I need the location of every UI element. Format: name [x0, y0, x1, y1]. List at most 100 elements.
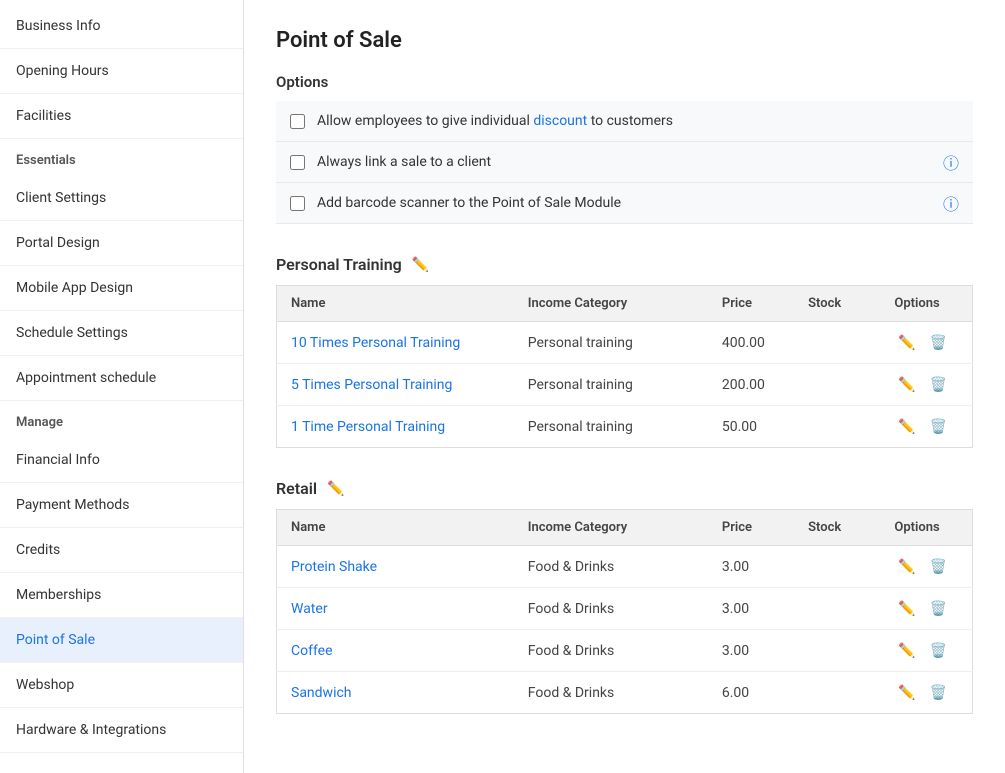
category-title-retail: Retail	[276, 479, 317, 498]
option-checkbox-discount-option[interactable]	[290, 114, 305, 129]
option-checkbox-barcode-option[interactable]	[290, 196, 305, 211]
row-price-1: 3.00	[708, 588, 794, 630]
row-options-2: ✏️ 🗑️	[880, 630, 972, 672]
sidebar-item-hardware-integrations[interactable]: Hardware & Integrations	[0, 708, 243, 753]
edit-row-button-2[interactable]: ✏️	[894, 640, 919, 661]
row-stock-0	[794, 546, 880, 588]
delete-row-button-0[interactable]: 🗑️	[926, 332, 951, 353]
action-icons-3: ✏️ 🗑️	[894, 682, 958, 703]
edit-category-button-retail[interactable]: ✏️	[325, 478, 346, 499]
edit-row-button-0[interactable]: ✏️	[894, 556, 919, 577]
sidebar-item-facilities[interactable]: Facilities	[0, 94, 243, 139]
delete-row-button-1[interactable]: 🗑️	[926, 598, 951, 619]
row-name-3: Sandwich	[277, 672, 514, 714]
option-row-link-sale-option: Always link a sale to a client ⓘ	[276, 142, 973, 183]
col-header-stock: Stock	[794, 286, 880, 322]
row-name-link-2[interactable]: Coffee	[291, 643, 333, 659]
row-options-0: ✏️ 🗑️	[880, 546, 972, 588]
col-header-options: Options	[880, 510, 972, 546]
row-name-link-3[interactable]: Sandwich	[291, 685, 352, 701]
col-header-stock: Stock	[794, 510, 880, 546]
row-income-0: Food & Drinks	[514, 546, 708, 588]
edit-row-button-3[interactable]: ✏️	[894, 682, 919, 703]
options-section: Options Allow employees to give individu…	[276, 73, 973, 224]
delete-row-button-1[interactable]: 🗑️	[926, 374, 951, 395]
delete-row-button-2[interactable]: 🗑️	[926, 416, 951, 437]
edit-category-button-personal-training[interactable]: ✏️	[410, 254, 431, 275]
sidebar-item-webshop[interactable]: Webshop	[0, 663, 243, 708]
row-income-0: Personal training	[514, 322, 708, 364]
col-header-options: Options	[880, 286, 972, 322]
sidebar: Business InfoOpening HoursFacilitiesEsse…	[0, 0, 244, 773]
action-icons-0: ✏️ 🗑️	[894, 332, 958, 353]
sidebar-item-mobile-app-design[interactable]: Mobile App Design	[0, 266, 243, 311]
row-name-link-0[interactable]: Protein Shake	[291, 559, 377, 575]
row-name-link-1[interactable]: 5 Times Personal Training	[291, 377, 452, 393]
action-icons-1: ✏️ 🗑️	[894, 374, 958, 395]
row-stock-3	[794, 672, 880, 714]
info-icon[interactable]: ⓘ	[943, 150, 959, 174]
row-price-2: 3.00	[708, 630, 794, 672]
row-income-2: Food & Drinks	[514, 630, 708, 672]
row-name-2: 1 Time Personal Training	[277, 406, 514, 448]
row-income-1: Food & Drinks	[514, 588, 708, 630]
action-icons-2: ✏️ 🗑️	[894, 640, 958, 661]
info-icon[interactable]: ⓘ	[943, 191, 959, 215]
row-stock-1	[794, 364, 880, 406]
col-header-name: Name	[277, 286, 514, 322]
row-name-link-2[interactable]: 1 Time Personal Training	[291, 419, 445, 435]
table-row: 10 Times Personal Training Personal train…	[277, 322, 973, 364]
row-options-0: ✏️ 🗑️	[880, 322, 972, 364]
category-section-retail: Retail✏️NameIncome CategoryPriceStockOpt…	[276, 478, 973, 714]
col-header-price: Price	[708, 510, 794, 546]
sidebar-item-opening-hours[interactable]: Opening Hours	[0, 49, 243, 94]
option-label-discount-option: Allow employees to give individual disco…	[317, 113, 673, 129]
sidebar-item-business-info[interactable]: Business Info	[0, 4, 243, 49]
row-price-0: 400.00	[708, 322, 794, 364]
sidebar-section-header: Manage	[0, 401, 243, 438]
sidebar-item-portal-design[interactable]: Portal Design	[0, 221, 243, 266]
edit-row-button-0[interactable]: ✏️	[894, 332, 919, 353]
option-label-barcode-option: Add barcode scanner to the Point of Sale…	[317, 195, 621, 211]
row-price-1: 200.00	[708, 364, 794, 406]
sidebar-item-payment-methods[interactable]: Payment Methods	[0, 483, 243, 528]
row-price-3: 6.00	[708, 672, 794, 714]
page-title: Point of Sale	[276, 28, 973, 53]
sidebar-item-appointment-schedule[interactable]: Appointment schedule	[0, 356, 243, 401]
table-row: Protein ShakeFood & Drinks3.00✏️🗑️	[277, 546, 973, 588]
delete-row-button-3[interactable]: 🗑️	[926, 682, 951, 703]
sidebar-item-credits[interactable]: Credits	[0, 528, 243, 573]
row-stock-2	[794, 630, 880, 672]
delete-row-button-0[interactable]: 🗑️	[926, 556, 951, 577]
category-title-personal-training: Personal Training	[276, 255, 402, 274]
edit-row-button-1[interactable]: ✏️	[894, 598, 919, 619]
main-content: Point of Sale Options Allow employees to…	[244, 0, 1005, 773]
row-income-2: Personal training	[514, 406, 708, 448]
sidebar-item-schedule-settings[interactable]: Schedule Settings	[0, 311, 243, 356]
row-options-3: ✏️ 🗑️	[880, 672, 972, 714]
row-name-1: Water	[277, 588, 514, 630]
table-retail: NameIncome CategoryPriceStockOptionsProt…	[276, 509, 973, 714]
row-name-0: 10 Times Personal Training	[277, 322, 514, 364]
option-checkbox-link-sale-option[interactable]	[290, 155, 305, 170]
action-icons-1: ✏️ 🗑️	[894, 598, 958, 619]
edit-row-button-2[interactable]: ✏️	[894, 416, 919, 437]
category-section-personal-training: Personal Training✏️NameIncome CategoryPr…	[276, 254, 973, 448]
delete-row-button-2[interactable]: 🗑️	[926, 640, 951, 661]
option-label-link: discount	[533, 113, 587, 129]
col-header-name: Name	[277, 510, 514, 546]
option-label-link-sale-option: Always link a sale to a client	[317, 154, 491, 170]
sidebar-item-client-settings[interactable]: Client Settings	[0, 176, 243, 221]
sidebar-item-financial-info[interactable]: Financial Info	[0, 438, 243, 483]
sidebar-item-point-of-sale[interactable]: Point of Sale	[0, 618, 243, 663]
table-row: 5 Times Personal TrainingPersonal traini…	[277, 364, 973, 406]
sidebar-item-memberships[interactable]: Memberships	[0, 573, 243, 618]
row-options-2: ✏️ 🗑️	[880, 406, 972, 448]
row-name-link-1[interactable]: Water	[291, 601, 328, 617]
category-header-personal-training: Personal Training ✏️	[276, 254, 973, 275]
table-row: SandwichFood & Drinks6.00✏️🗑️	[277, 672, 973, 714]
edit-row-button-1[interactable]: ✏️	[894, 374, 919, 395]
row-name-link-0[interactable]: 10 Times Personal Training	[291, 335, 460, 351]
row-stock-1	[794, 588, 880, 630]
sidebar-section-header: Essentials	[0, 139, 243, 176]
